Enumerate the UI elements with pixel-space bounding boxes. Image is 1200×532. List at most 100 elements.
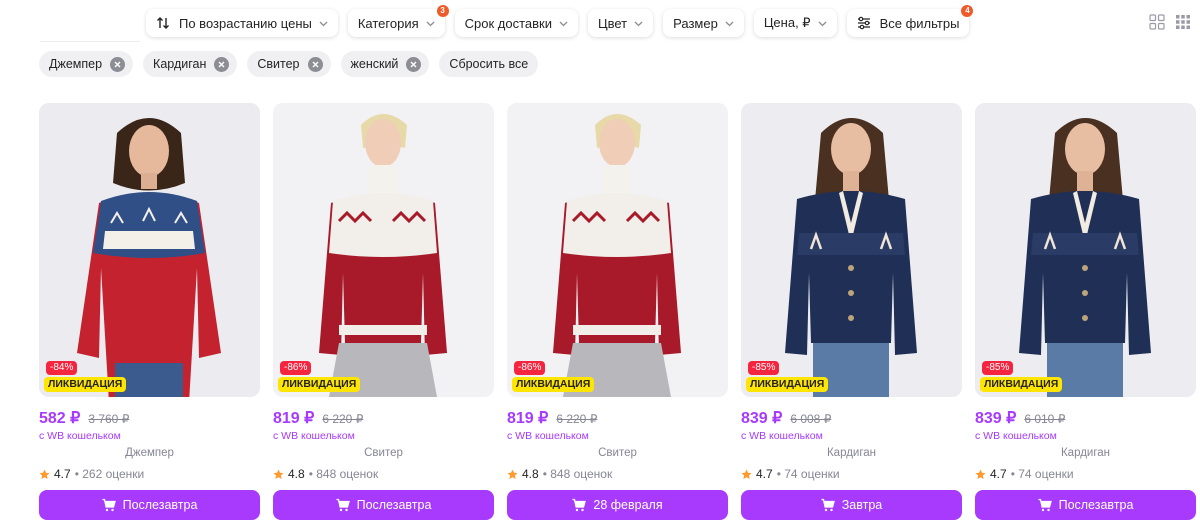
active-filter-chips: Джемпер Кардиган Свитер женский Сбросить… xyxy=(39,51,539,77)
product-card[interactable]: -85% ЛИКВИДАЦИЯ 839 ₽ 6 010 ₽ с WB кошел… xyxy=(975,103,1196,520)
add-to-cart-button[interactable]: Послезавтра xyxy=(273,490,494,520)
reviews-count: • 74 оценки xyxy=(776,467,840,481)
rating-value: 4.8 xyxy=(522,467,539,481)
discount-badge: -85% xyxy=(982,361,1014,375)
chip-label: Джемпер xyxy=(49,57,103,71)
product-image[interactable]: -85% ЛИКВИДАЦИЯ xyxy=(975,103,1196,397)
star-icon xyxy=(39,469,50,480)
size-label: Размер xyxy=(673,15,718,31)
close-icon[interactable] xyxy=(110,56,126,72)
reviews-count: • 848 оценок xyxy=(308,467,379,481)
chip-sweater[interactable]: Свитер xyxy=(247,51,331,77)
sort-button[interactable]: По возрастанию цены xyxy=(146,9,338,37)
reviews-count: • 262 оценки xyxy=(74,467,145,481)
cart-icon xyxy=(1038,498,1052,512)
chevron-down-icon xyxy=(818,19,827,28)
size-filter-button[interactable]: Размер xyxy=(663,9,744,37)
product-image[interactable]: -86% ЛИКВИДАЦИЯ xyxy=(507,103,728,397)
category-label: Категория xyxy=(357,15,419,31)
category-count-badge: 3 xyxy=(436,5,449,17)
delivery-label: 28 февраля xyxy=(593,498,663,512)
product-name[interactable]: Кардиган xyxy=(975,447,1196,461)
wallet-note: с WB кошельком xyxy=(39,430,121,442)
wallet-note: с WB кошельком xyxy=(507,430,589,442)
chip-label: Кардиган xyxy=(153,57,207,71)
discount-badge: -84% xyxy=(46,361,78,375)
chip-female[interactable]: женский xyxy=(340,51,430,77)
rating-value: 4.7 xyxy=(990,467,1007,481)
price-filter-button[interactable]: Цена, ₽ xyxy=(753,9,837,37)
product-image[interactable]: -84% ЛИКВИДАЦИЯ xyxy=(39,103,260,397)
chip-label: Свитер xyxy=(257,57,300,71)
divider xyxy=(40,41,140,42)
close-icon[interactable] xyxy=(214,56,230,72)
product-card[interactable]: -84% ЛИКВИДАЦИЯ 582 ₽ 3 760 ₽ с WB кошел… xyxy=(39,103,260,520)
discount-badge: -85% xyxy=(748,361,780,375)
sliders-icon xyxy=(857,16,871,30)
product-card[interactable]: -86% ЛИКВИДАЦИЯ 819 ₽ 6 220 ₽ с WB кошел… xyxy=(507,103,728,520)
old-price: 6 008 ₽ xyxy=(790,412,832,426)
reviews-count: • 74 оценки xyxy=(1010,467,1074,481)
wallet-note: с WB кошельком xyxy=(273,430,355,442)
old-price: 6 220 ₽ xyxy=(556,412,598,426)
liquidation-badge: ЛИКВИДАЦИЯ xyxy=(512,377,595,392)
chevron-down-icon xyxy=(319,19,328,28)
all-filters-button[interactable]: Все фильтры 4 xyxy=(846,5,974,37)
old-price: 3 760 ₽ xyxy=(88,412,130,426)
delivery-filter-button[interactable]: Срок доставки xyxy=(454,9,578,37)
rating: 4.8 • 848 оценок xyxy=(507,467,728,481)
add-to-cart-button[interactable]: 28 февраля xyxy=(507,490,728,520)
chip-label: женский xyxy=(350,57,399,71)
view-toggles xyxy=(1149,14,1191,30)
chevron-down-icon xyxy=(634,19,643,28)
delivery-label: Послезавтра xyxy=(122,498,198,512)
old-price: 6 010 ₽ xyxy=(1024,412,1066,426)
color-filter-button[interactable]: Цвет xyxy=(587,9,654,37)
filters-count-badge: 4 xyxy=(961,5,974,17)
chevron-down-icon xyxy=(426,19,435,28)
product-image[interactable]: -86% ЛИКВИДАЦИЯ xyxy=(273,103,494,397)
liquidation-badge: ЛИКВИДАЦИЯ xyxy=(278,377,361,392)
reset-label: Сбросить все xyxy=(449,57,529,71)
star-icon xyxy=(507,469,518,480)
star-icon xyxy=(975,469,986,480)
sort-label: По возрастанию цены xyxy=(179,15,312,31)
star-icon xyxy=(273,469,284,480)
product-name[interactable]: Свитер xyxy=(273,447,494,461)
reset-all-button[interactable]: Сбросить все xyxy=(439,51,539,77)
close-icon[interactable] xyxy=(406,56,422,72)
chip-cardigan[interactable]: Кардиган xyxy=(143,51,238,77)
product-image[interactable]: -85% ЛИКВИДАЦИЯ xyxy=(741,103,962,397)
product-card[interactable]: -85% ЛИКВИДАЦИЯ 839 ₽ 6 008 ₽ с WB кошел… xyxy=(741,103,962,520)
rating: 4.7 • 74 оценки xyxy=(975,467,1196,481)
liquidation-badge: ЛИКВИДАЦИЯ xyxy=(980,377,1063,392)
cart-icon xyxy=(572,498,587,512)
delivery-label: Послезавтра xyxy=(356,498,432,512)
close-icon[interactable] xyxy=(307,56,323,72)
chip-jumper[interactable]: Джемпер xyxy=(39,51,134,77)
category-filter-button[interactable]: Категория 3 xyxy=(347,5,449,37)
cart-icon xyxy=(102,498,116,512)
discount-badge: -86% xyxy=(280,361,312,375)
price: 819 ₽ xyxy=(507,410,549,427)
product-name[interactable]: Джемпер xyxy=(39,447,260,461)
wallet-note: с WB кошельком xyxy=(975,430,1057,442)
rating-value: 4.8 xyxy=(288,467,305,481)
grid-large-icon[interactable] xyxy=(1175,14,1191,30)
rating: 4.8 • 848 оценок xyxy=(273,467,494,481)
add-to-cart-button[interactable]: Послезавтра xyxy=(975,490,1196,520)
price: 819 ₽ xyxy=(273,410,315,427)
rating: 4.7 • 262 оценки xyxy=(39,467,260,481)
product-card[interactable]: -86% ЛИКВИДАЦИЯ 819 ₽ 6 220 ₽ с WB кошел… xyxy=(273,103,494,520)
add-to-cart-button[interactable]: Послезавтра xyxy=(39,490,260,520)
product-name[interactable]: Кардиган xyxy=(741,447,962,461)
price-label: Цена, ₽ xyxy=(763,15,811,30)
add-to-cart-button[interactable]: Завтра xyxy=(741,490,962,520)
product-name[interactable]: Свитер xyxy=(507,447,728,461)
liquidation-badge: ЛИКВИДАЦИЯ xyxy=(746,377,829,392)
rating-value: 4.7 xyxy=(54,467,71,481)
rating: 4.7 • 74 оценки xyxy=(741,467,962,481)
wallet-note: с WB кошельком xyxy=(741,430,823,442)
delivery-label: Завтра xyxy=(841,498,883,512)
grid-small-icon[interactable] xyxy=(1149,14,1165,30)
